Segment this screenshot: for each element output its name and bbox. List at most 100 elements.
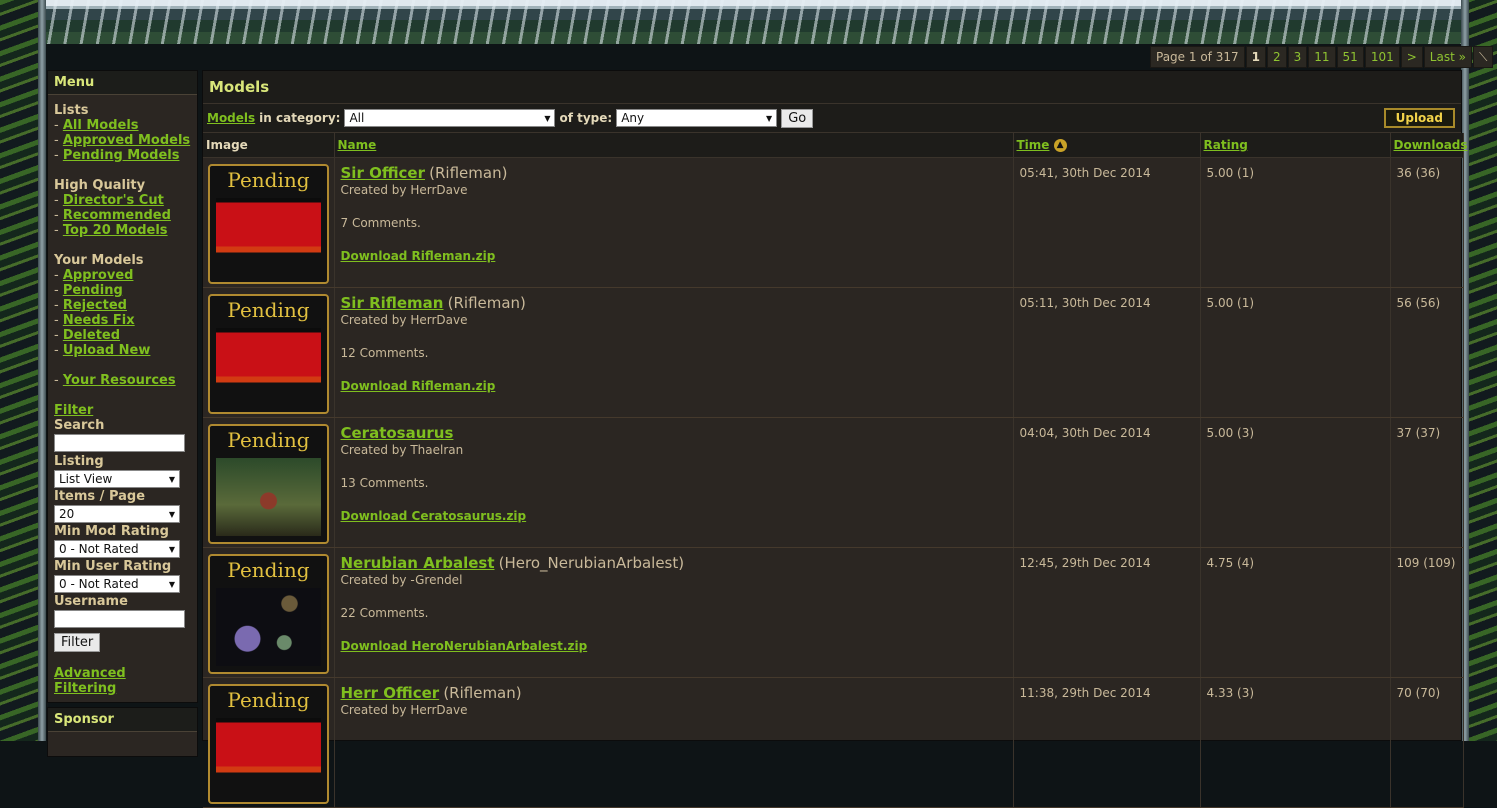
comment-count: 13 Comments.: [340, 476, 429, 490]
model-author: Created by HerrDave: [340, 703, 468, 717]
upload-button[interactable]: Upload: [1383, 108, 1455, 128]
menu-title: Menu: [48, 71, 197, 95]
model-preview-image: [216, 588, 321, 666]
filter-toggle-link[interactable]: Filter: [54, 403, 93, 418]
model-type: (Rifleman): [429, 164, 508, 182]
table-row: Pending Nerubian Arbalest (Hero_NerubianA…: [203, 547, 1464, 678]
min-user-rating-label: Min User Rating: [54, 559, 172, 574]
model-preview-image: [216, 328, 321, 406]
link-your-resources[interactable]: Your Resources: [63, 373, 176, 388]
page-link-11[interactable]: 11: [1314, 50, 1329, 64]
model-preview-image: [216, 718, 321, 796]
username-input[interactable]: [54, 610, 185, 628]
download-link[interactable]: Download HeroNerubianArbalest.zip: [341, 639, 588, 653]
models-panel: Models Models in category: All ▼ of type:…: [202, 70, 1468, 808]
link-all-models[interactable]: All Models: [63, 118, 139, 133]
link-your-pending[interactable]: Pending: [63, 283, 123, 298]
model-title-link[interactable]: Sir Officer: [341, 164, 426, 182]
model-downloads: 109 (109): [1396, 556, 1456, 570]
page-link-2[interactable]: 2: [1273, 50, 1281, 64]
menu-box: Menu Lists - All Models - Approved Model…: [47, 70, 198, 703]
type-select[interactable]: Any ▼: [616, 109, 778, 127]
column-rating-sort[interactable]: Rating: [1204, 138, 1248, 152]
high-quality-heading: High Quality: [54, 178, 146, 193]
link-directors-cut[interactable]: Director's Cut: [63, 193, 164, 208]
table-row: Pending Herr Officer (Rifleman) Created by…: [203, 677, 1464, 808]
model-time: 05:11, 30th Dec 2014: [1019, 296, 1151, 310]
category-select[interactable]: All ▼: [344, 109, 556, 127]
filter-button[interactable]: Filter: [54, 633, 101, 652]
column-downloads-sort[interactable]: Downloads: [1394, 138, 1468, 152]
link-recommended[interactable]: Recommended: [63, 208, 171, 223]
model-rating: 5.00 (3): [1206, 426, 1255, 440]
page-link-51[interactable]: 51: [1343, 50, 1358, 64]
chevron-down-icon: ▼: [168, 474, 175, 484]
search-input[interactable]: [54, 434, 185, 452]
link-your-needs-fix[interactable]: Needs Fix: [63, 313, 135, 328]
link-your-deleted[interactable]: Deleted: [63, 328, 120, 343]
min-user-rating-select[interactable]: 0 - Not Rated ▼: [54, 575, 180, 593]
page-last-link[interactable]: Last »: [1430, 50, 1466, 64]
page-title: Models: [203, 71, 1461, 104]
link-upload-new[interactable]: Upload New: [63, 343, 151, 358]
model-title-link[interactable]: Nerubian Arbalest: [341, 554, 495, 572]
link-top-20-models[interactable]: Top 20 Models: [63, 223, 168, 238]
model-rating: 4.33 (3): [1206, 686, 1255, 700]
min-mod-rating-select[interactable]: 0 - Not Rated ▼: [54, 540, 180, 558]
link-your-rejected[interactable]: Rejected: [63, 298, 127, 313]
chevron-down-icon: ▼: [766, 113, 773, 123]
in-category-label: in category:: [259, 111, 341, 125]
model-thumbnail[interactable]: Pending: [208, 424, 329, 544]
advanced-filtering-link[interactable]: Advanced Filtering: [54, 666, 126, 696]
model-thumbnail[interactable]: Pending: [208, 164, 329, 284]
go-button[interactable]: Go: [781, 108, 814, 128]
models-link[interactable]: Models: [207, 111, 255, 125]
link-your-approved[interactable]: Approved: [63, 268, 134, 283]
chevron-down-icon: ▼: [544, 113, 551, 123]
download-link[interactable]: Download Rifleman.zip: [341, 249, 496, 263]
download-link[interactable]: Download Rifleman.zip: [341, 379, 496, 393]
items-per-page-select[interactable]: 20 ▼: [54, 505, 180, 523]
pending-label: Pending: [227, 298, 310, 322]
model-author: Created by Thaelran: [340, 443, 464, 457]
download-link[interactable]: Download Ceratosaurus.zip: [341, 509, 527, 523]
collapse-corner-icon[interactable]: ⟍: [1472, 46, 1494, 68]
link-approved-models[interactable]: Approved Models: [63, 133, 190, 148]
model-author: Created by HerrDave: [340, 183, 468, 197]
chevron-down-icon: ▼: [168, 579, 175, 589]
chevron-down-icon: ▼: [168, 544, 175, 554]
model-title-link[interactable]: Ceratosaurus: [341, 424, 454, 442]
model-preview-image: [216, 458, 321, 536]
model-title-link[interactable]: Herr Officer: [341, 684, 440, 702]
model-time: 12:45, 29th Dec 2014: [1019, 556, 1151, 570]
page-next-link[interactable]: >: [1407, 50, 1417, 64]
table-row: Pending Ceratosaurus Created by Thaelran 1…: [203, 417, 1464, 548]
column-time-sort[interactable]: Time: [1017, 138, 1050, 152]
search-label: Search: [54, 418, 105, 433]
model-time: 11:38, 29th Dec 2014: [1019, 686, 1151, 700]
model-thumbnail[interactable]: Pending: [208, 294, 329, 414]
model-downloads: 56 (56): [1396, 296, 1441, 310]
link-pending-models[interactable]: Pending Models: [63, 148, 180, 163]
model-thumbnail[interactable]: Pending: [208, 684, 329, 804]
sort-ascending-icon[interactable]: ▲: [1053, 139, 1067, 152]
model-downloads: 37 (37): [1396, 426, 1441, 440]
username-label: Username: [54, 594, 128, 609]
lists-heading: Lists: [54, 103, 89, 118]
of-type-label: of type:: [559, 111, 613, 125]
model-title-link[interactable]: Sir Rifleman: [341, 294, 444, 312]
chevron-down-icon: ▼: [168, 509, 175, 519]
page-link-3[interactable]: 3: [1294, 50, 1302, 64]
page-link-101[interactable]: 101: [1371, 50, 1394, 64]
left-frame-decoration: [0, 0, 46, 741]
listing-select[interactable]: List View ▼: [54, 470, 180, 488]
pending-label: Pending: [227, 558, 310, 582]
category-toolbar: Models in category: All ▼ of type: Any ▼ G…: [203, 104, 1461, 133]
sidebar: Menu Lists - All Models - Approved Model…: [47, 70, 198, 761]
model-thumbnail[interactable]: Pending: [208, 554, 329, 674]
model-time: 04:04, 30th Dec 2014: [1019, 426, 1151, 440]
top-frame-decoration: [0, 0, 1497, 44]
column-name-sort[interactable]: Name: [338, 138, 377, 152]
right-frame-decoration: [1461, 0, 1497, 741]
min-mod-rating-label: Min Mod Rating: [54, 524, 169, 539]
